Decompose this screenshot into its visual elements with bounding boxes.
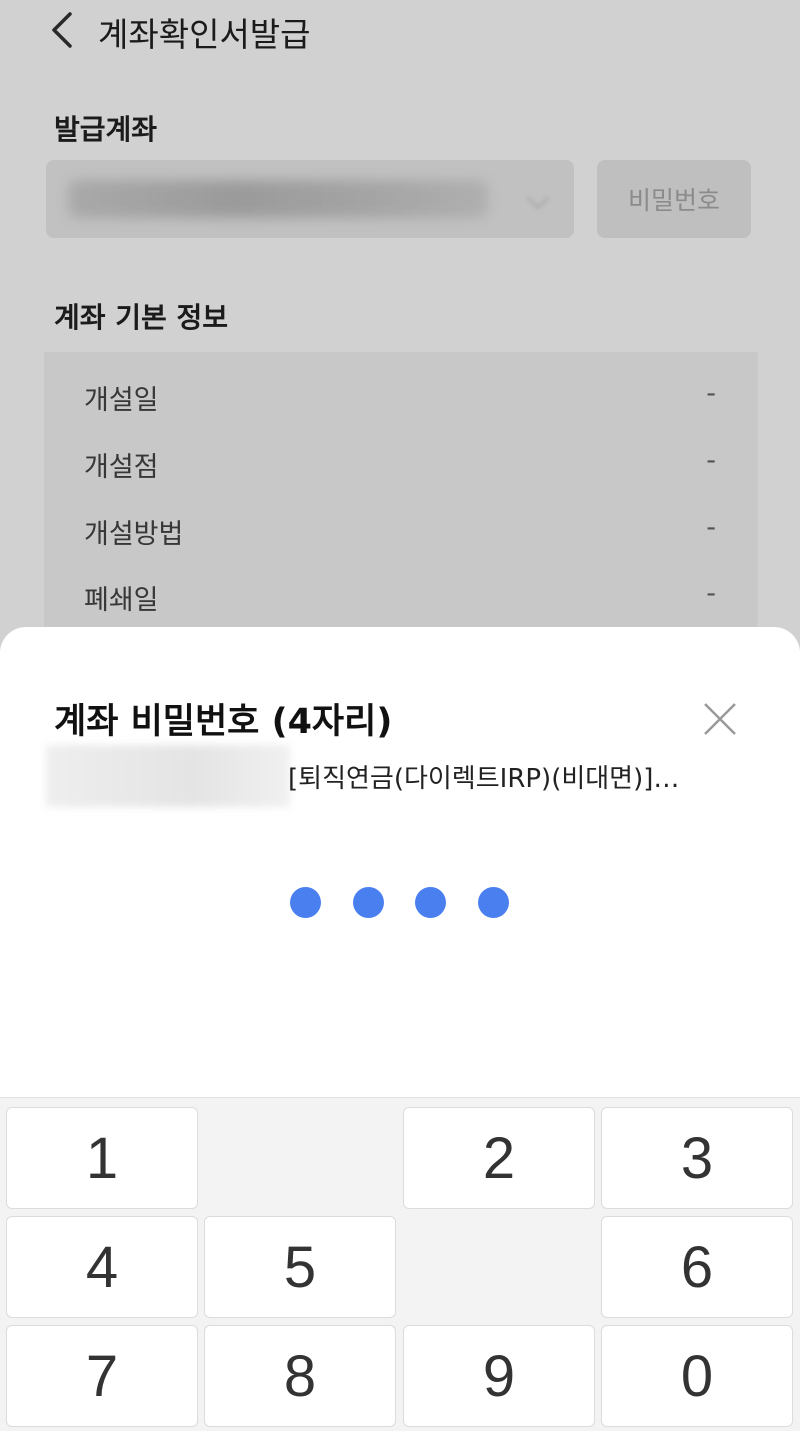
key-2[interactable]: 2 <box>403 1107 595 1209</box>
pin-dots <box>290 887 510 921</box>
pin-dot <box>353 887 384 918</box>
key-5[interactable]: 5 <box>204 1216 396 1318</box>
key-1[interactable]: 1 <box>6 1107 198 1209</box>
key-8[interactable]: 8 <box>204 1325 396 1427</box>
number-keypad: 1 2 3 4 5 6 7 8 9 0 <box>0 1097 800 1431</box>
key-6[interactable]: 6 <box>601 1216 793 1318</box>
account-name: [퇴직연금(다이렉트IRP)(비대면)]… <box>288 764 680 794</box>
key-7[interactable]: 7 <box>6 1325 198 1427</box>
pin-dot <box>290 887 321 918</box>
close-icon[interactable] <box>702 701 738 737</box>
pin-dot <box>478 887 509 918</box>
sheet-title: 계좌 비밀번호 (4자리) <box>54 702 393 742</box>
key-3[interactable]: 3 <box>601 1107 793 1209</box>
key-9[interactable]: 9 <box>403 1325 595 1427</box>
key-0[interactable]: 0 <box>601 1325 793 1427</box>
blurred-account-number <box>46 745 290 807</box>
password-bottom-sheet: 계좌 비밀번호 (4자리) [퇴직연금(다이렉트IRP)(비대면)]… 1 2 … <box>0 627 800 1431</box>
key-4[interactable]: 4 <box>6 1216 198 1318</box>
pin-dot <box>415 887 446 918</box>
